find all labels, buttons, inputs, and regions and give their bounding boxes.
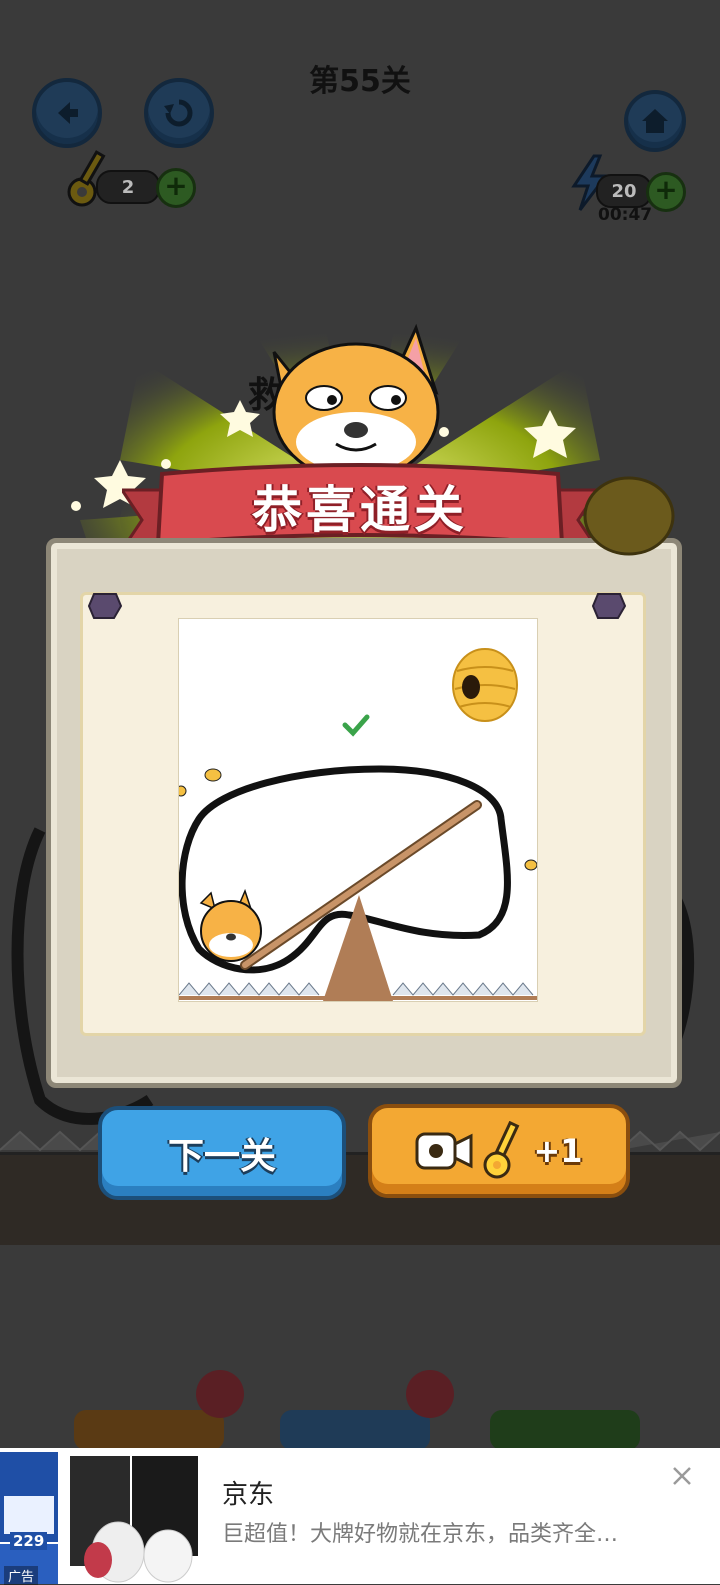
video-icon bbox=[415, 1132, 473, 1170]
next-level-label: 下一关 bbox=[167, 1136, 276, 1177]
check-icon bbox=[342, 714, 370, 737]
background-toolbar bbox=[74, 1370, 640, 1450]
back-button[interactable] bbox=[32, 78, 102, 148]
close-icon[interactable] bbox=[668, 1462, 696, 1490]
home-icon bbox=[642, 109, 668, 133]
plus-icon: + bbox=[654, 173, 678, 206]
watch-video-key-button[interactable]: +1 bbox=[368, 1104, 630, 1198]
ad-title[interactable]: 京东 bbox=[222, 1474, 274, 1511]
home-button[interactable] bbox=[624, 90, 686, 152]
frame-gem-left bbox=[88, 593, 122, 619]
restart-icon bbox=[164, 99, 193, 127]
congrats-banner-text: 恭喜通关 bbox=[252, 481, 468, 539]
key-reward-label: +1 bbox=[533, 1132, 583, 1170]
ad-description[interactable]: 巨超值！大牌好物就在京东，品类齐全… bbox=[222, 1516, 618, 1548]
energy-count: 20 bbox=[596, 174, 652, 208]
puzzle-dog bbox=[199, 888, 262, 962]
bee-icon bbox=[179, 768, 537, 871]
next-level-button[interactable]: 下一关 bbox=[98, 1106, 346, 1200]
background-beehive bbox=[583, 476, 675, 556]
plus-icon: + bbox=[164, 169, 188, 202]
key-icon bbox=[483, 1121, 520, 1179]
frame-gem-right bbox=[592, 593, 626, 619]
restart-button[interactable] bbox=[144, 78, 214, 148]
solution-snapshot bbox=[178, 618, 538, 1002]
puzzle-scene bbox=[179, 648, 537, 1001]
back-arrow-icon bbox=[58, 102, 78, 124]
add-keys-button[interactable]: + bbox=[156, 168, 196, 208]
ad-thumb-price: 229 bbox=[10, 1532, 48, 1550]
dog-mascot bbox=[272, 323, 440, 472]
energy-timer: 00:47 bbox=[598, 205, 653, 225]
keys-count: 2 bbox=[96, 170, 160, 204]
beehive-icon bbox=[452, 648, 518, 722]
ad-label: 广告 bbox=[4, 1566, 39, 1585]
ad-thumbnail[interactable] bbox=[0, 1452, 205, 1584]
level-title: 第55关 bbox=[309, 64, 411, 99]
